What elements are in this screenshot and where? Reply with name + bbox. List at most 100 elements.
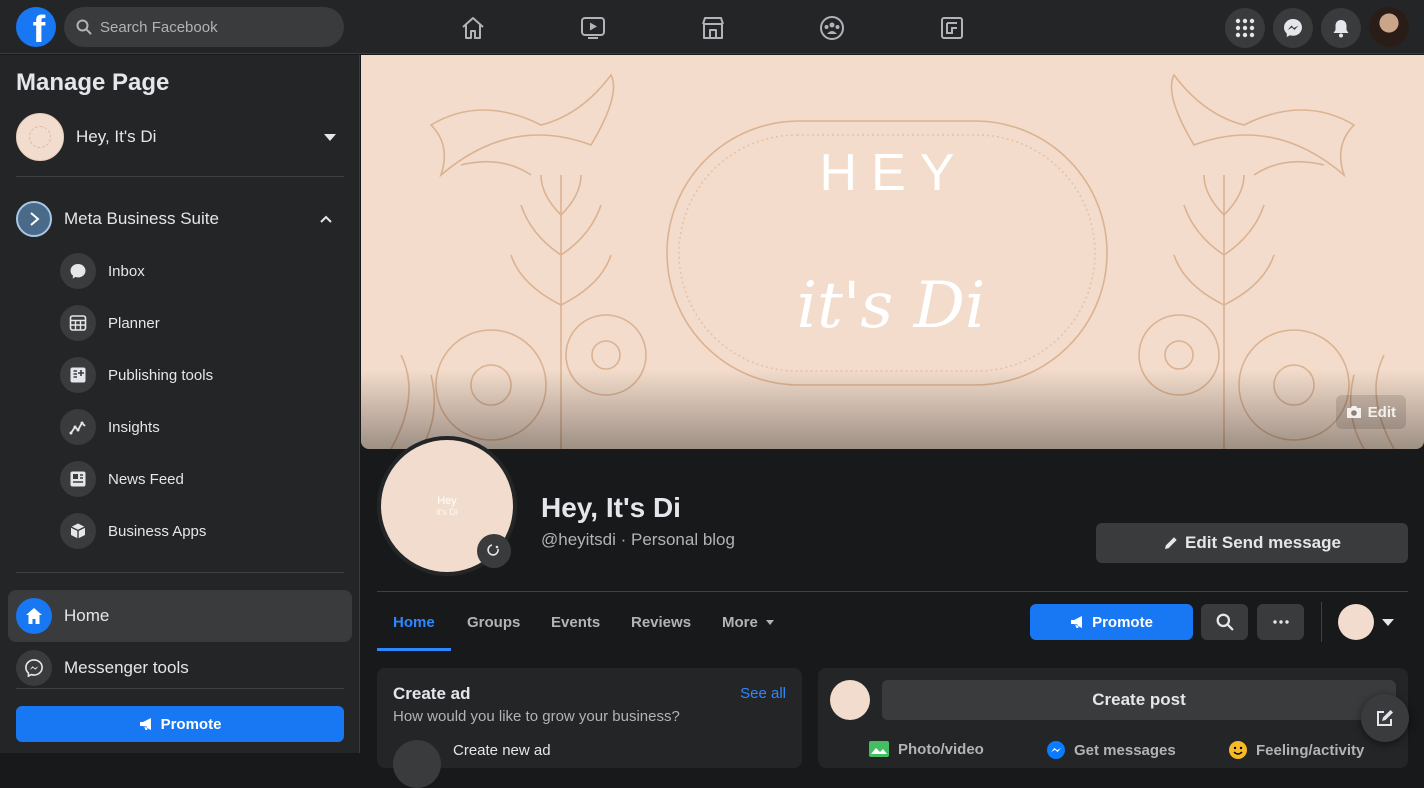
create-new-ad-icon bbox=[393, 740, 441, 788]
menu-button[interactable] bbox=[1225, 8, 1265, 48]
business-apps-icon bbox=[70, 523, 86, 539]
active-tab-indicator bbox=[377, 648, 451, 651]
messenger-icon bbox=[1284, 19, 1302, 37]
get-messages-option[interactable]: Get messages bbox=[1046, 740, 1176, 760]
planner-icon bbox=[69, 315, 87, 331]
sidebar-divider bbox=[16, 572, 344, 573]
compose-icon bbox=[1377, 710, 1393, 726]
tab-events[interactable]: Events bbox=[551, 604, 600, 640]
tabs-divider bbox=[377, 591, 1408, 592]
sidebar-item-publishing-tools[interactable]: Publishing tools bbox=[60, 355, 340, 395]
voice-switcher-avatar[interactable] bbox=[1338, 604, 1374, 640]
sidebar-divider bbox=[16, 176, 344, 177]
messenger-icon bbox=[1047, 741, 1065, 759]
nav-home[interactable] bbox=[417, 8, 529, 48]
business-suite-label: Meta Business Suite bbox=[64, 209, 219, 228]
search-icon bbox=[1216, 613, 1233, 631]
see-all-link[interactable]: See all bbox=[740, 685, 786, 702]
create-new-ad-option[interactable]: Create new ad bbox=[453, 742, 551, 759]
cover-gradient bbox=[361, 369, 1424, 449]
account-avatar[interactable] bbox=[1369, 7, 1409, 47]
more-options-button[interactable] bbox=[1257, 604, 1304, 640]
nav-watch[interactable] bbox=[537, 8, 649, 48]
caret-down-icon[interactable] bbox=[1382, 619, 1394, 626]
promote-label: Promote bbox=[1092, 613, 1153, 631]
business-suite-header[interactable]: Meta Business Suite bbox=[16, 199, 344, 239]
edit-cover-button[interactable]: Edit bbox=[1335, 395, 1406, 429]
caret-down-icon bbox=[765, 619, 774, 625]
sidebar-promote-button[interactable]: Promote bbox=[16, 706, 344, 742]
news-feed-icon bbox=[70, 471, 86, 487]
sidebar-item-news-feed[interactable]: News Feed bbox=[60, 459, 340, 499]
publishing-tools-icon bbox=[70, 367, 86, 383]
create-ad-card: Create ad How would you like to grow you… bbox=[377, 668, 802, 788]
nav-marketplace[interactable] bbox=[657, 8, 769, 48]
edit-send-message-button[interactable]: Edit Send message bbox=[1096, 523, 1408, 563]
feeling-icon bbox=[1229, 741, 1247, 759]
home-icon bbox=[462, 17, 484, 39]
cover-title: HEY bbox=[820, 144, 969, 202]
sidebar-item-messenger-tools[interactable]: Messenger tools bbox=[8, 642, 352, 694]
notifications-button[interactable] bbox=[1321, 8, 1361, 48]
manage-page-sidebar: Manage Page Hey, It's Di Meta Business S… bbox=[0, 55, 360, 753]
search-box[interactable] bbox=[64, 7, 344, 47]
tab-groups[interactable]: Groups bbox=[467, 604, 520, 640]
logo-letter: f bbox=[32, 9, 46, 47]
camera-icon bbox=[487, 544, 499, 556]
page-handle-category: @heyitsdi · Personal blog bbox=[541, 530, 735, 549]
sidebar-item-business-apps[interactable]: Business Apps bbox=[60, 511, 340, 551]
feeling-activity-option[interactable]: Feeling/activity bbox=[1228, 740, 1364, 760]
sidebar-item-inbox[interactable]: Inbox bbox=[60, 251, 340, 291]
create-post-button[interactable]: Create post bbox=[882, 680, 1396, 720]
get-messages-label: Get messages bbox=[1074, 741, 1176, 759]
sidebar-item-label: Publishing tools bbox=[108, 366, 214, 384]
pencil-icon bbox=[1165, 537, 1177, 549]
marketplace-icon bbox=[702, 17, 724, 39]
nav-groups[interactable] bbox=[776, 8, 888, 48]
edit-send-label: Edit Send message bbox=[1185, 533, 1341, 552]
search-input[interactable] bbox=[100, 18, 320, 36]
chevron-up-icon bbox=[320, 215, 332, 223]
new-message-button[interactable] bbox=[1361, 694, 1409, 742]
top-navigation-bar: f bbox=[0, 0, 1424, 54]
tab-reviews[interactable]: Reviews bbox=[631, 604, 691, 640]
sidebar-item-label: Messenger tools bbox=[64, 658, 189, 677]
sidebar-item-label: Insights bbox=[108, 418, 160, 436]
photo-video-label: Photo/video bbox=[898, 740, 984, 758]
page-search-button[interactable] bbox=[1201, 604, 1248, 640]
tab-more-label: More bbox=[722, 613, 758, 631]
profile-pic-text: Hey bbox=[437, 495, 457, 507]
sidebar-item-planner[interactable]: Planner bbox=[60, 303, 340, 343]
edit-cover-label: Edit bbox=[1367, 403, 1396, 421]
profile-pic-subtext: it's Di bbox=[436, 507, 458, 517]
page-avatar bbox=[830, 680, 870, 720]
facebook-logo[interactable]: f bbox=[16, 7, 56, 47]
page-title: Hey, It's Di bbox=[541, 492, 681, 523]
messenger-button[interactable] bbox=[1273, 8, 1313, 48]
messenger-icon bbox=[25, 659, 43, 677]
search-icon bbox=[76, 19, 92, 35]
page-name: Hey, It's Di bbox=[76, 127, 157, 146]
sidebar-item-insights[interactable]: Insights bbox=[60, 407, 340, 447]
sidebar-item-label: Home bbox=[64, 606, 110, 625]
update-profile-picture-button[interactable] bbox=[477, 534, 511, 568]
nav-gaming[interactable] bbox=[896, 8, 1008, 48]
megaphone-icon bbox=[139, 718, 151, 730]
tab-more[interactable]: More bbox=[722, 604, 774, 640]
sidebar-item-home[interactable]: Home bbox=[8, 590, 352, 642]
photo-video-option[interactable]: Photo/video bbox=[868, 740, 984, 758]
tab-home[interactable]: Home bbox=[393, 604, 435, 640]
promote-label: Promote bbox=[160, 715, 222, 733]
cover-photo: HEY it's Di Edit bbox=[361, 55, 1424, 449]
inbox-icon bbox=[70, 264, 86, 279]
create-post-card: Create post Photo/video Get messages Fee… bbox=[818, 668, 1408, 768]
sidebar-item-label: Inbox bbox=[108, 262, 145, 280]
sidebar-title: Manage Page bbox=[16, 69, 170, 96]
more-dots-icon bbox=[1272, 620, 1289, 624]
sidebar-item-label: News Feed bbox=[108, 470, 184, 488]
groups-icon bbox=[820, 16, 844, 40]
sidebar-item-label: Business Apps bbox=[108, 522, 207, 540]
insights-icon bbox=[69, 421, 86, 435]
promote-button[interactable]: Promote bbox=[1030, 604, 1193, 640]
page-switcher[interactable]: Hey, It's Di bbox=[16, 112, 344, 162]
